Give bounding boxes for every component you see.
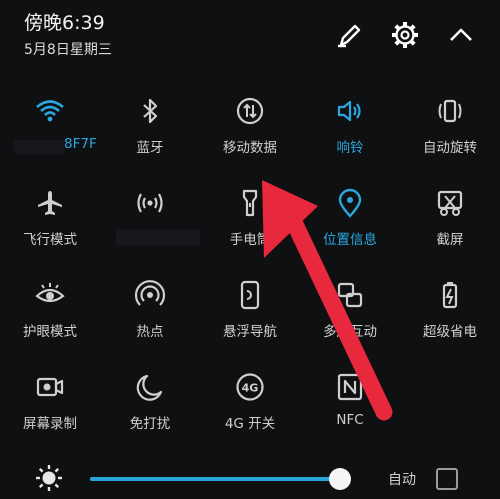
tile-airplane[interactable]: 飞行模式 <box>0 180 100 270</box>
hotspot-ring-icon <box>133 278 167 312</box>
moon-icon <box>133 370 167 404</box>
tile-label: 位置信息 <box>323 232 377 248</box>
auto-rotate-icon <box>433 94 467 128</box>
tile-multiscreen[interactable]: 多屏互动 <box>300 272 400 362</box>
brightness-slider-thumb[interactable] <box>329 468 351 490</box>
pencil-icon <box>338 24 361 48</box>
tile-label: NFC <box>336 412 364 428</box>
date-label: 5月8日星期三 <box>24 42 112 58</box>
tile-mobile-data[interactable]: 移动数据 <box>200 88 300 178</box>
tile-do-not-disturb[interactable]: 免打扰 <box>100 364 200 454</box>
status-header: 傍晚6:39 5月8日星期三 <box>0 0 500 80</box>
tile-flashlight[interactable]: 手电筒 <box>200 180 300 270</box>
tile-floating-nav[interactable]: 悬浮导航 <box>200 272 300 362</box>
tile-nfc[interactable]: NFC <box>300 364 400 454</box>
tile-screenshot[interactable]: 截屏 <box>400 180 500 270</box>
brightness-control: 自动 <box>0 455 500 499</box>
tile-label: 蓝牙 <box>136 140 164 156</box>
tile-label: 截屏 <box>436 232 464 248</box>
tile-wifi[interactable]: 8F7F <box>0 88 100 178</box>
label-redaction <box>116 230 200 246</box>
auto-brightness-label: 自动 <box>388 472 416 488</box>
tile-label: 悬浮导航 <box>223 324 277 340</box>
tile-eye-comfort[interactable]: 护眼模式 <box>0 272 100 362</box>
brightness-sun-icon <box>34 463 64 493</box>
tile-label: 免打扰 <box>129 416 171 432</box>
tile-label: 响铃 <box>336 140 364 156</box>
tile-label: 屏幕录制 <box>23 416 77 432</box>
brightness-slider-track[interactable] <box>90 477 342 481</box>
bluetooth-icon <box>133 94 167 128</box>
tile-label: 移动数据 <box>223 140 277 156</box>
nfc-icon <box>333 370 367 404</box>
flashlight-icon <box>233 186 267 220</box>
tile-label: 自动旋转 <box>423 140 477 156</box>
floating-nav-icon <box>233 278 267 312</box>
tile-label: 护眼模式 <box>23 324 77 340</box>
tile-hotspot-broadcast[interactable] <box>100 180 200 270</box>
gear-icon <box>392 22 418 48</box>
tile-label: 8F7F <box>64 136 97 152</box>
collapse-button[interactable] <box>444 18 478 52</box>
tile-label: 热点 <box>136 324 164 340</box>
ring-icon <box>333 94 367 128</box>
airplane-icon <box>33 186 67 220</box>
tile-ring[interactable]: 响铃 <box>300 88 400 178</box>
tile-label: 超级省电 <box>423 324 477 340</box>
4g-icon: 4G <box>233 370 267 404</box>
tile-screen-record[interactable]: 屏幕录制 <box>0 364 100 454</box>
tile-hotspot[interactable]: 热点 <box>100 272 200 362</box>
tile-battery-saver[interactable]: 超级省电 <box>400 272 500 362</box>
mobile-data-icon <box>233 94 267 128</box>
chevron-up-icon <box>450 28 472 41</box>
auto-brightness-checkbox[interactable] <box>436 468 458 490</box>
screen-record-icon <box>33 370 67 404</box>
tile-label: 飞行模式 <box>23 232 77 248</box>
edit-button[interactable] <box>332 18 366 52</box>
multiscreen-icon <box>333 278 367 312</box>
location-icon <box>333 186 367 220</box>
svg-text:4G: 4G <box>242 382 259 395</box>
tile-location[interactable]: 位置信息 <box>300 180 400 270</box>
tile-label: 手电筒 <box>229 232 271 248</box>
tile-label: 4G 开关 <box>224 416 276 432</box>
tile-auto-rotate[interactable]: 自动旋转 <box>400 88 500 178</box>
wifi-icon <box>33 94 67 128</box>
tile-bluetooth[interactable]: 蓝牙 <box>100 88 200 178</box>
tile-label: 多屏互动 <box>323 324 377 340</box>
eye-icon <box>33 278 67 312</box>
settings-button[interactable] <box>388 18 422 52</box>
tile-4g-switch[interactable]: 4G 4G 开关 <box>200 364 300 454</box>
screenshot-icon <box>433 186 467 220</box>
battery-saver-icon <box>433 278 467 312</box>
hotspot-icon <box>133 186 167 220</box>
clock-time: 傍晚6:39 <box>24 12 105 34</box>
